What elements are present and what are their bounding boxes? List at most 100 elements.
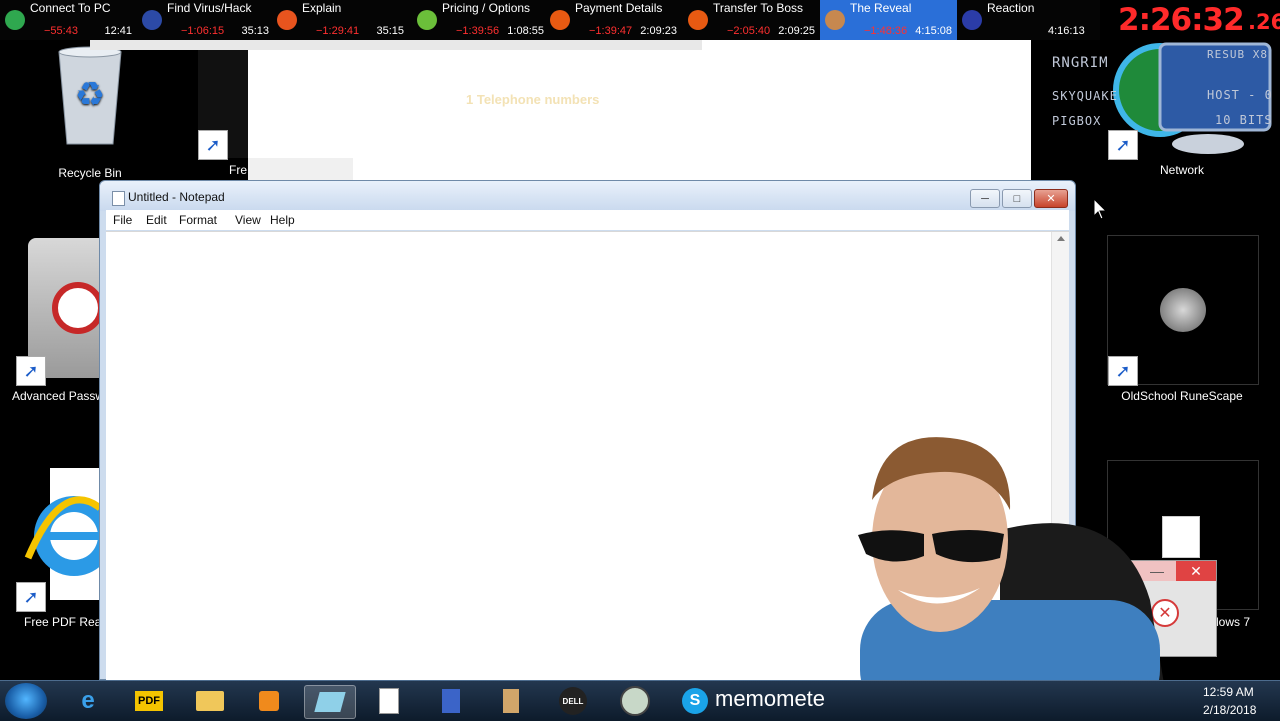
monitor-text-3-right: 10 BITS [1215, 113, 1273, 127]
close-button[interactable]: ✕ [1034, 189, 1068, 208]
speedrun-splits-bar: Connect To PC −55:43 12:41 Find Virus/Hack −… [0, 0, 1100, 40]
split-name: Reaction [987, 1, 1035, 15]
split-name: Pricing / Options [442, 1, 531, 15]
split-time: 2:09:23 [640, 25, 677, 37]
notepad-icon [314, 692, 346, 712]
minimize-icon: ─ [981, 192, 989, 205]
split-3: Explain −1:29:41 35:15 [272, 0, 409, 40]
svg-text:♻: ♻ [75, 75, 105, 115]
notepad-menu-bar: File Edit Format View Help [106, 210, 1069, 230]
taskbar-clock-time[interactable]: 12:59 AM [1203, 685, 1254, 699]
split-delta: −1:39:56 [456, 25, 500, 37]
scroll-up-icon[interactable] [1057, 236, 1065, 241]
windows-start-icon[interactable] [5, 683, 47, 719]
maximize-icon: □ [1013, 192, 1021, 205]
taskbar-solitaire-button[interactable] [364, 685, 414, 717]
runescape-logo-icon [1160, 288, 1206, 332]
close-button[interactable]: ✕ [1176, 561, 1216, 581]
split-time: 35:13 [241, 25, 269, 37]
cards-icon [379, 688, 399, 714]
taskbar-clock-date[interactable]: 2/18/2018 [1203, 703, 1256, 717]
split-name: Connect To PC [30, 1, 111, 15]
split-icon [688, 10, 708, 30]
split-icon [962, 10, 982, 30]
free-pdf-reader-label[interactable]: Free PDF Reac [24, 615, 107, 629]
split-name: Find Virus/Hack [167, 1, 252, 15]
run-timer: 2:26:32 .26 [1110, 0, 1280, 40]
timer-main: 2:26:32 [1118, 2, 1245, 38]
close-icon: ✕ [1190, 562, 1202, 579]
recycle-bin-label: Recycle Bin [58, 166, 122, 180]
menu-edit[interactable]: Edit [146, 213, 167, 227]
taskbar-pdf-button[interactable]: PDF [124, 685, 174, 717]
memometer-logo: memomete [715, 686, 826, 711]
maximize-button[interactable]: □ [1002, 189, 1032, 208]
windows7-label[interactable]: dows 7 [1212, 615, 1250, 629]
split-time: 35:15 [376, 25, 404, 37]
split-7: The Reveal −1:48:36 4:15:08 [820, 0, 957, 40]
fre-shortcut-label[interactable]: Fre [229, 163, 247, 177]
notepad-title-bar[interactable]: Untitled - Notepad ─ □ ✕ [100, 181, 1075, 211]
lock-dial-icon [52, 282, 104, 334]
taskbar-notepad-button[interactable] [304, 685, 356, 719]
split-time: 2:09:25 [778, 25, 815, 37]
browser-status-strip [248, 158, 353, 180]
split-1: Connect To PC −55:43 12:41 [0, 0, 137, 40]
menu-file[interactable]: File [113, 213, 132, 227]
mouse-cursor-icon [1093, 198, 1107, 220]
internet-explorer-icon: e [81, 687, 95, 714]
split-delta: −1:06:15 [181, 25, 225, 37]
taskbar-app-button[interactable] [610, 685, 660, 717]
split-2: Find Virus/Hack −1:06:15 35:13 [137, 0, 274, 40]
gauge-icon [620, 686, 650, 716]
advanced-password-label[interactable]: Advanced Passw [12, 389, 104, 403]
split-5: Payment Details −1:39:47 2:09:23 [545, 0, 682, 40]
scroll-icon [503, 689, 519, 713]
internet-explorer-icon[interactable] [22, 488, 100, 584]
split-icon [5, 10, 25, 30]
timer-centiseconds: .26 [1248, 10, 1280, 34]
split-6: Transfer To Boss −2:05:40 2:09:25 [683, 0, 820, 40]
split-delta: −1:48:36 [864, 25, 908, 37]
split-time: 1:08:55 [507, 25, 544, 37]
background-browser-window[interactable]: 1 Telephone numbers [248, 40, 1031, 180]
shortcut-arrow-icon: ➚ [1108, 130, 1138, 160]
split-delta: −55:43 [44, 25, 78, 37]
taskbar-skype-button[interactable]: S [670, 685, 720, 717]
split-name: Transfer To Boss [713, 1, 804, 15]
oldschool-runescape-label[interactable]: OldSchool RuneScape [1112, 389, 1252, 403]
recycle-bin-desktop-icon[interactable]: ♻ Recycle Bin [30, 44, 150, 180]
menu-help[interactable]: Help [270, 213, 295, 227]
webcam-overlay [858, 437, 1170, 720]
split-icon [417, 10, 437, 30]
taskbar-ie-button[interactable]: e [63, 685, 113, 717]
monitor-text-1-right: RESUB X8 [1207, 48, 1268, 61]
document-icon [442, 689, 460, 713]
shortcut-arrow-icon: ➚ [16, 582, 46, 612]
split-icon [142, 10, 162, 30]
taskbar-dell-button[interactable]: DELL [548, 685, 598, 717]
recycle-bin-icon: ♻ [58, 46, 122, 145]
folder-icon [196, 691, 224, 711]
pdf-icon: PDF [135, 691, 163, 711]
minimize-button[interactable]: ─ [970, 189, 1000, 208]
taskbar-media-button[interactable] [244, 685, 294, 717]
monitor-text-2-left: SKYQUAKE [1052, 89, 1118, 103]
network-label[interactable]: Network [1132, 163, 1232, 177]
split-delta: −1:29:41 [316, 25, 360, 37]
browser-page-text: 1 Telephone numbers [466, 92, 600, 107]
split-time: 4:15:08 [915, 25, 952, 37]
browser-toolbar [90, 40, 702, 50]
shortcut-arrow-icon: ➚ [198, 130, 228, 160]
taskbar-app-button[interactable] [426, 685, 476, 717]
menu-format[interactable]: Format [179, 213, 217, 227]
taskbar-explorer-button[interactable] [185, 685, 235, 717]
split-delta: −2:05:40 [727, 25, 771, 37]
notepad-app-icon [112, 191, 125, 206]
skype-icon: S [682, 688, 708, 714]
taskbar-app-button[interactable] [486, 685, 536, 717]
menu-view[interactable]: View [235, 213, 261, 227]
final-split-time: 4:16:13 [1048, 25, 1085, 37]
notepad-title: Untitled - Notepad [128, 190, 225, 204]
split-icon [277, 10, 297, 30]
